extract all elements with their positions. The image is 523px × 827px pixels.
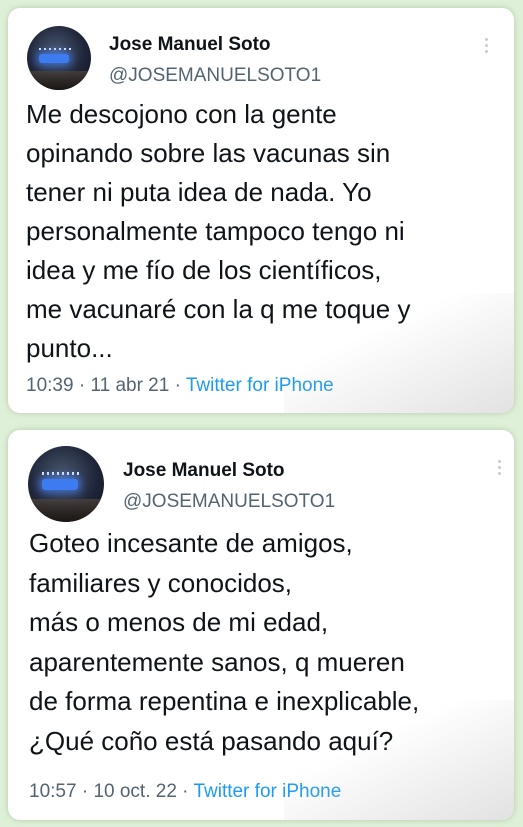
avatar-stage-lights: [38, 47, 72, 51]
avatar[interactable]: [28, 446, 104, 522]
avatar-crowd: [27, 70, 91, 90]
tweet-card-1[interactable]: Jose Manuel Soto @JOSEMANUELSOTO1 Me des…: [8, 8, 514, 413]
tweet-text: Me descojono con la gente opinando sobre…: [26, 99, 411, 363]
author-handle[interactable]: @JOSEMANUELSOTO1: [109, 65, 321, 87]
author-name[interactable]: Jose Manuel Soto: [109, 34, 271, 56]
tweet-time: 10:57: [29, 781, 77, 802]
author-handle[interactable]: @JOSEMANUELSOTO1: [123, 491, 335, 513]
avatar-stage: [41, 479, 79, 491]
meta-separator: ·: [78, 375, 86, 396]
tweet-time: 10:39: [26, 375, 74, 396]
tweet-text: Goteo incesante de amigos, familiares y …: [29, 528, 420, 756]
meta-separator: ·: [182, 781, 189, 802]
meta-separator: ·: [81, 781, 89, 802]
tweet-meta: 10:57 · 10 oct. 22 · Twitter for iPhone: [29, 781, 341, 803]
tweet-date[interactable]: 10 oct. 22: [93, 781, 176, 802]
tweet-date[interactable]: 11 abr 21: [90, 375, 169, 396]
meta-separator: ·: [174, 375, 181, 396]
avatar-crowd: [28, 499, 104, 522]
avatar[interactable]: [27, 26, 91, 90]
tweet-source[interactable]: Twitter for iPhone: [193, 781, 341, 802]
avatar-stage-lights: [41, 471, 82, 475]
more-options-icon[interactable]: [485, 38, 489, 56]
author-name[interactable]: Jose Manuel Soto: [123, 460, 285, 482]
tweet-meta: 10:39 · 11 abr 21 · Twitter for iPhone: [26, 375, 334, 397]
more-options-icon[interactable]: [498, 460, 502, 478]
avatar-stage: [38, 54, 70, 64]
tweet-card-2[interactable]: Jose Manuel Soto @JOSEMANUELSOTO1 Goteo …: [8, 430, 514, 820]
tweet-source[interactable]: Twitter for iPhone: [186, 375, 334, 396]
